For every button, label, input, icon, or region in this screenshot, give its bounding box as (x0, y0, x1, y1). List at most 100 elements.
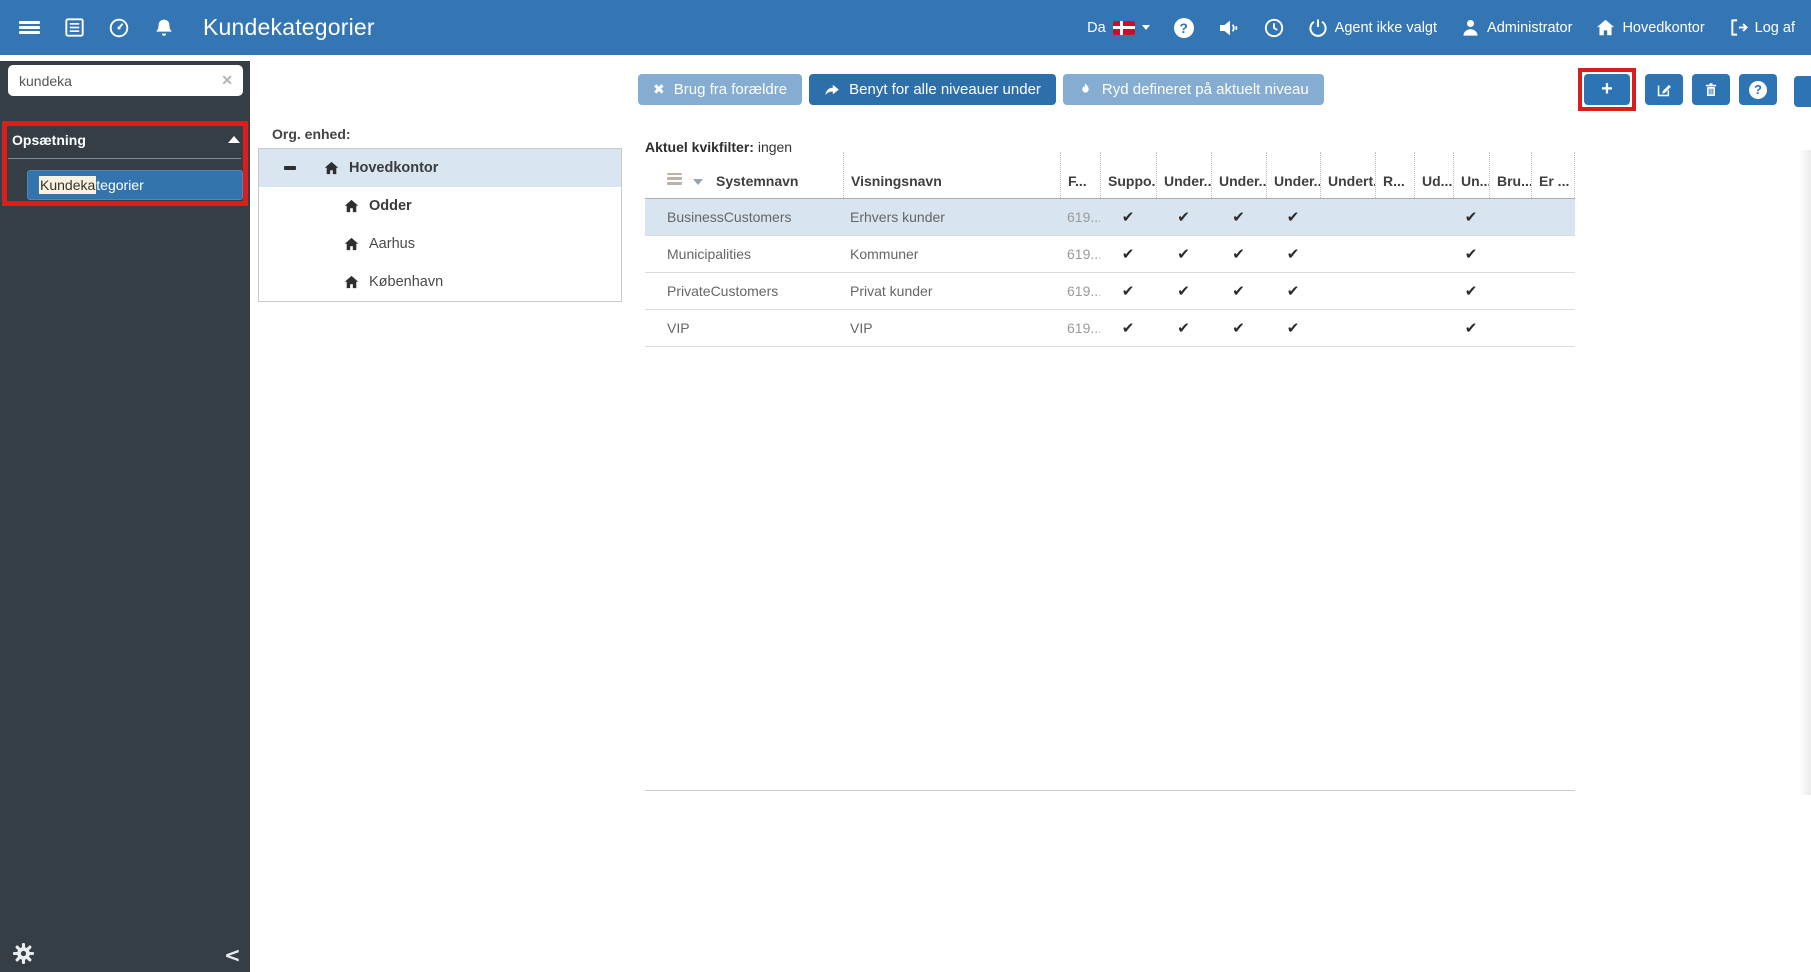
column-header-1[interactable]: Visningsnavn (843, 152, 1060, 198)
column-header-12[interactable]: Er ... (1531, 152, 1575, 198)
row-menu-icon[interactable] (667, 170, 682, 187)
column-header-8[interactable]: R... (1375, 152, 1414, 198)
cell: Kommuner (850, 246, 919, 262)
column-header-5[interactable]: Under... (1211, 152, 1266, 198)
sound-button[interactable] (1218, 18, 1240, 38)
cell (1320, 199, 1375, 235)
cell (1414, 199, 1453, 235)
column-header-9[interactable]: Ud... (1414, 152, 1453, 198)
home-icon (324, 161, 339, 175)
apply-all-levels-button[interactable]: Benyt for alle niveauer under (809, 74, 1056, 105)
column-header-6[interactable]: Under... (1266, 152, 1320, 198)
clear-search-icon[interactable]: ✕ (211, 72, 243, 89)
time-button[interactable] (1264, 18, 1284, 38)
tree-node-hovedkontor[interactable]: Hovedkontor (259, 149, 621, 187)
cell: ✔ (1100, 199, 1156, 235)
column-header-0[interactable]: Systemnavn (645, 152, 843, 198)
cell: VIP (667, 320, 690, 336)
tree-node-odder[interactable]: Odder (259, 187, 621, 225)
cell: ✔ (1100, 273, 1156, 309)
cell: ✔ (1453, 199, 1489, 235)
language-label: Da (1087, 19, 1106, 36)
column-header-label: Suppo... (1108, 173, 1156, 189)
clock-icon (1264, 18, 1283, 37)
help-icon: ? (1749, 80, 1767, 99)
sort-caret-icon[interactable] (693, 179, 703, 185)
dashboard-gauge-icon[interactable] (107, 16, 131, 40)
cell (1414, 236, 1453, 272)
org-unit-menu[interactable]: Hovedkontor (1596, 19, 1705, 36)
search-match-highlight: Kundeka (39, 176, 97, 194)
column-header-10[interactable]: Un... (1453, 152, 1489, 198)
cell: 619... (1067, 320, 1100, 336)
settings-button[interactable] (12, 942, 35, 965)
bell-icon[interactable] (152, 16, 176, 40)
cell: PrivateCustomers (667, 283, 779, 299)
logout-button[interactable]: Log af (1729, 18, 1795, 37)
cell (1414, 273, 1453, 309)
checkmark-icon: ✔ (1286, 208, 1300, 226)
user-name-label: Administrator (1487, 19, 1573, 36)
home-icon (1597, 19, 1615, 36)
sidebar-item-kundekategorier[interactable]: Kundeka tegorier (27, 170, 243, 200)
user-menu[interactable]: Administrator (1461, 18, 1572, 37)
table-row-businesscustomers[interactable]: BusinessCustomers Erhvers kunder 619... ✔ ✔ ✔… (645, 199, 1575, 236)
user-icon (1463, 19, 1478, 36)
collapse-minus-icon[interactable] (284, 166, 296, 170)
tree-node-label: Aarhus (369, 236, 415, 252)
column-header-label: Bru... (1497, 173, 1531, 189)
cell: ✔ (1453, 310, 1489, 346)
search-input[interactable] (8, 72, 212, 89)
section-collapse-icon[interactable] (228, 136, 240, 143)
sidebar-search: ✕ (8, 65, 243, 96)
share-arrow-icon (824, 82, 840, 98)
grid-help-button[interactable]: ? (1739, 74, 1777, 105)
column-header-2[interactable]: F... (1060, 152, 1100, 198)
sidebar-section-title[interactable]: Opsætning (12, 132, 86, 148)
agent-selector[interactable]: Agent ikke valgt (1308, 18, 1437, 38)
add-button[interactable]: + (1584, 74, 1630, 105)
toolbar: ✖ Brug fra forældre Benyt for alle nivea… (638, 74, 1324, 105)
form-list-icon[interactable] (62, 16, 86, 40)
column-header-11[interactable]: Bru... (1489, 152, 1531, 198)
cell: ✔ (1453, 273, 1489, 309)
column-header-7[interactable]: Undert... (1320, 152, 1375, 198)
apply-all-levels-label: Benyt for alle niveauer under (849, 81, 1041, 98)
cell (1531, 273, 1575, 309)
checkmark-icon: ✔ (1177, 208, 1190, 226)
column-header-4[interactable]: Under... (1156, 152, 1211, 198)
language-selector[interactable]: Da (1087, 20, 1150, 36)
cell: ✔ (1266, 273, 1320, 309)
vertical-scrollbar[interactable] (1799, 150, 1811, 795)
edit-button[interactable] (1645, 74, 1683, 105)
tree-node-label: Odder (369, 198, 412, 214)
column-header-3[interactable]: Suppo... (1100, 152, 1156, 198)
help-button[interactable]: ? (1173, 17, 1194, 38)
edge-panel-button[interactable] (1794, 76, 1811, 107)
sidebar-collapse-arrow[interactable]: < (224, 943, 241, 967)
checkmark-icon: ✔ (1121, 208, 1135, 226)
menu-icon[interactable] (17, 16, 41, 40)
cell (1489, 199, 1531, 235)
table-row-municipalities[interactable]: Municipalities Kommuner 619... ✔ ✔ ✔ ✔ ✔ (645, 236, 1575, 273)
help-icon: ? (1173, 17, 1194, 38)
home-icon (344, 275, 359, 289)
table-row-vip[interactable]: VIP VIP 619... ✔ ✔ ✔ ✔ ✔ (645, 310, 1575, 347)
flame-icon (1078, 82, 1093, 97)
cell (1375, 199, 1414, 235)
customer-categories-table: Systemnavn Visningsnavn F... Suppo... Under.… (645, 152, 1575, 347)
delete-button[interactable] (1692, 74, 1730, 105)
logout-icon (1731, 19, 1748, 36)
cell: ✔ (1100, 310, 1156, 346)
cell (1489, 236, 1531, 272)
org-unit-tree-label: Org. enhed: (272, 126, 351, 142)
tree-node-aarhus[interactable]: Aarhus (259, 225, 621, 263)
tree-node-københavn[interactable]: København (259, 263, 621, 301)
use-from-parent-label: Brug fra forældre (673, 81, 788, 98)
x-icon: ✖ (653, 81, 665, 97)
use-from-parent-button[interactable]: ✖ Brug fra forældre (638, 74, 803, 105)
clear-current-level-button[interactable]: Ryd defineret på aktuelt niveau (1062, 74, 1324, 105)
table-row-privatecustomers[interactable]: PrivateCustomers Privat kunder 619... ✔ ✔ ✔ ✔ ✔ (645, 273, 1575, 310)
cell: 619... (1067, 209, 1100, 225)
checkmark-icon: ✔ (1464, 319, 1478, 337)
